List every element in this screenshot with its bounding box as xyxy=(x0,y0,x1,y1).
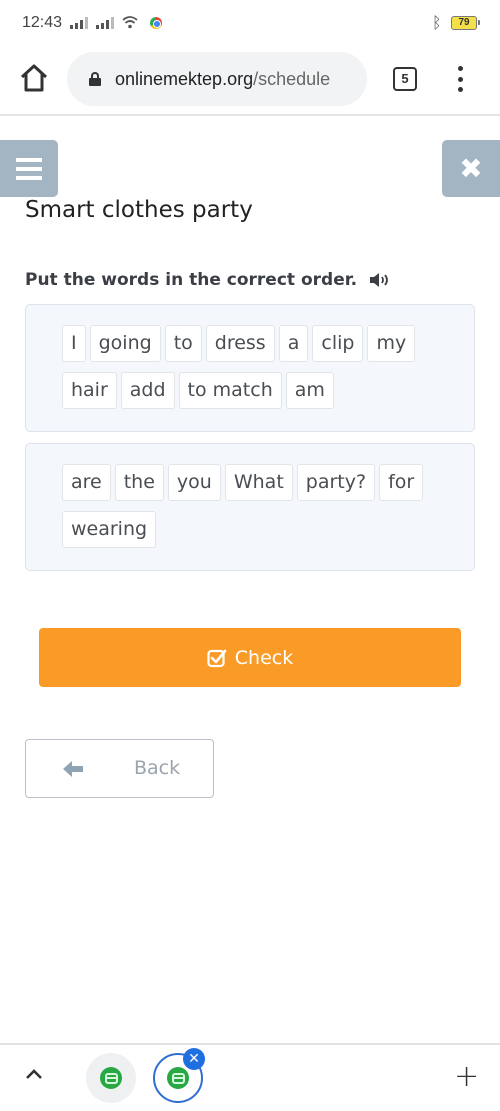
wifi-icon xyxy=(122,16,138,29)
chrome-icon xyxy=(150,17,162,29)
word-tile[interactable]: add xyxy=(120,372,175,409)
tab-switcher-button[interactable]: 5 xyxy=(393,67,417,91)
signal-icon-2 xyxy=(96,17,114,29)
word-tile[interactable]: am xyxy=(285,372,334,409)
word-tile[interactable]: wearing xyxy=(62,511,157,548)
word-tile[interactable]: my xyxy=(367,325,416,362)
signal-icon xyxy=(70,17,88,29)
word-tile[interactable]: are xyxy=(62,464,111,501)
tab-close-icon[interactable]: ✕ xyxy=(183,1048,205,1070)
check-button[interactable]: Check xyxy=(39,628,461,687)
address-bar[interactable]: onlinemektep.org/schedule xyxy=(67,52,367,106)
speaker-icon[interactable] xyxy=(369,272,391,288)
hamburger-icon xyxy=(16,157,42,180)
word-bank-1: I going to dress a clip my hair add to m… xyxy=(25,304,475,432)
checkbox-checked-icon xyxy=(207,649,227,667)
chevron-up-icon[interactable] xyxy=(24,1067,44,1081)
url-text[interactable]: onlinemektep.org/schedule xyxy=(115,69,330,90)
word-tile[interactable]: you xyxy=(167,464,221,501)
word-tile[interactable]: the xyxy=(114,464,164,501)
word-tile[interactable]: to xyxy=(164,325,202,362)
word-tile[interactable]: party? xyxy=(296,464,376,501)
tab-strip: ✕ + xyxy=(0,1043,500,1111)
lock-icon xyxy=(89,72,101,86)
word-tile[interactable]: a xyxy=(278,325,309,362)
status-time: 12:43 xyxy=(22,14,63,31)
word-tile[interactable]: dress xyxy=(205,325,275,362)
word-tile[interactable]: hair xyxy=(62,372,117,409)
word-tile[interactable]: clip xyxy=(312,325,364,362)
more-vert-icon[interactable] xyxy=(456,66,464,92)
check-label: Check xyxy=(234,646,294,669)
status-bar: 12:43 ᛒ 79 xyxy=(0,0,500,48)
new-tab-button[interactable]: + xyxy=(454,1062,479,1092)
word-bank-2: are the you What party? for wearing xyxy=(25,443,475,571)
tab-thumbnail[interactable] xyxy=(86,1053,136,1103)
word-tile[interactable]: going xyxy=(89,325,161,362)
bluetooth-icon: ᛒ xyxy=(432,13,442,32)
arrow-left-icon xyxy=(63,761,83,777)
back-button[interactable]: Back xyxy=(25,739,214,798)
close-button[interactable]: ✖ xyxy=(442,140,500,197)
instruction-text: Put the words in the correct order. xyxy=(25,270,358,290)
menu-button[interactable] xyxy=(0,140,58,197)
close-icon: ✖ xyxy=(459,151,483,185)
favicon-icon xyxy=(167,1067,189,1089)
favicon-icon xyxy=(100,1067,122,1089)
word-tile[interactable]: What xyxy=(224,464,293,501)
word-tile[interactable]: to match xyxy=(178,372,282,409)
word-tile[interactable]: I xyxy=(62,325,86,362)
home-icon[interactable] xyxy=(18,62,50,94)
lesson-title: Smart clothes party xyxy=(25,197,253,223)
back-label: Back xyxy=(134,757,181,779)
instruction: Put the words in the correct order. xyxy=(25,270,391,290)
battery-icon: 79 xyxy=(451,16,480,30)
word-tile[interactable]: for xyxy=(379,464,424,501)
browser-toolbar: onlinemektep.org/schedule 5 xyxy=(0,48,500,116)
